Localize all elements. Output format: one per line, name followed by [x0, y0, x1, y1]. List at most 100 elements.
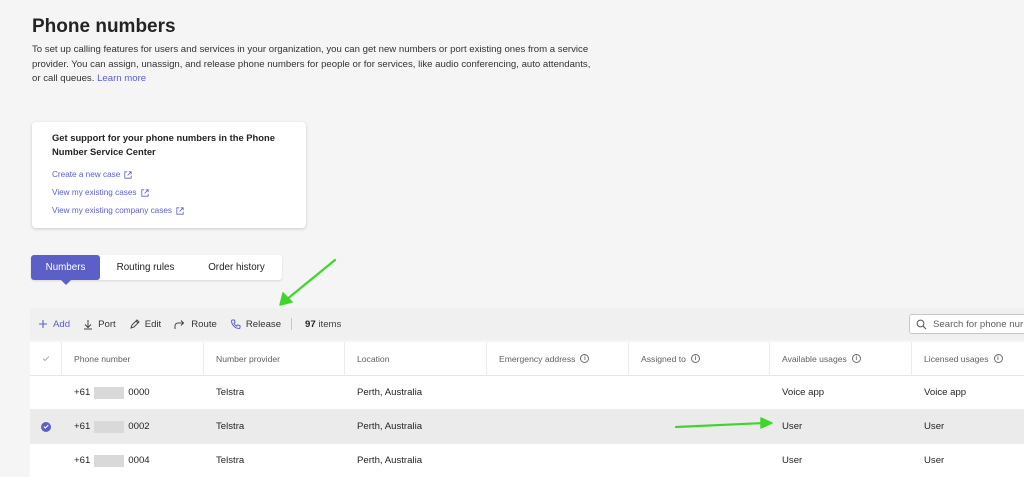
tab-bar: Numbers Routing rules Order history — [31, 255, 282, 285]
column-label: Number provider — [216, 353, 280, 364]
checked-circle-icon — [41, 421, 51, 432]
add-label: Add — [53, 318, 71, 330]
external-link-icon — [124, 170, 132, 179]
search-icon — [916, 319, 927, 329]
provider-cell: Telstra — [216, 455, 245, 466]
row-checkbox[interactable] — [30, 444, 62, 477]
table-header: Phone number Number provider Location Em… — [30, 341, 1024, 376]
info-icon[interactable]: i — [993, 354, 1003, 363]
phone-prefix: +61 — [74, 455, 91, 466]
route-label: Route — [191, 318, 217, 330]
port-button[interactable]: Port — [83, 319, 116, 330]
location-cell: Perth, Australia — [357, 387, 423, 398]
toolbar-divider — [291, 318, 293, 330]
release-button[interactable]: Release — [230, 319, 281, 330]
table-row[interactable]: +61 0002 Telstra Perth, Australia User Us… — [30, 410, 1024, 444]
assigned-to-cell — [629, 376, 770, 410]
route-icon — [174, 319, 185, 329]
phone-icon — [230, 319, 241, 329]
item-count: 97 items — [305, 319, 341, 330]
assigned-to-cell — [629, 444, 770, 477]
edit-label: Edit — [144, 318, 162, 330]
redacted-digits — [94, 420, 125, 433]
phone-number-cell: +61 0002 — [62, 410, 204, 444]
emergency-address-cell — [487, 444, 629, 477]
emergency-address-cell — [487, 410, 629, 444]
phone-prefix: +61 — [74, 421, 91, 432]
table-row[interactable]: +61 0004 Telstra Perth, Australia User Us… — [30, 444, 1024, 477]
phone-suffix: 0004 — [128, 455, 150, 466]
view-company-cases-label: View my existing company cases — [52, 206, 172, 215]
phone-number-cell: +61 0004 — [62, 444, 204, 477]
column-header-number-provider[interactable]: Number provider — [204, 341, 345, 376]
create-case-link[interactable]: Create a new case — [52, 170, 132, 179]
provider-cell: Telstra — [216, 421, 245, 432]
info-icon[interactable]: i — [690, 354, 700, 363]
column-label: Location — [357, 353, 390, 364]
info-icon[interactable]: i — [580, 354, 590, 363]
provider-cell: Telstra — [216, 387, 245, 398]
column-label: Phone number — [74, 353, 131, 364]
available-usages-cell: Voice app — [782, 387, 825, 398]
column-header-location[interactable]: Location — [345, 341, 487, 376]
column-header-available-usages[interactable]: Available usages i — [770, 341, 912, 376]
plus-icon — [39, 320, 47, 328]
licensed-usages-cell: User — [924, 421, 945, 432]
row-checkbox[interactable] — [30, 410, 62, 444]
column-header-licensed-usages[interactable]: Licensed usages i — [912, 342, 1024, 376]
redacted-digits — [94, 386, 125, 399]
arrow-to-release-button — [279, 258, 337, 306]
checkmark-icon — [42, 356, 49, 362]
redacted-digits — [94, 454, 125, 467]
column-header-emergency-address[interactable]: Emergency address i — [487, 341, 629, 376]
table-row[interactable]: +61 0000 Telstra Perth, Australia Voice a… — [30, 376, 1024, 410]
search-input[interactable]: Search for phone nur — [933, 319, 1023, 330]
row-checkbox[interactable] — [30, 376, 62, 410]
support-card: Get support for your phone numbers in th… — [32, 122, 306, 228]
page-description: To set up calling features for users and… — [32, 43, 592, 87]
support-card-title: Get support for your phone numbers in th… — [52, 132, 275, 157]
column-label: Available usages — [782, 353, 847, 364]
info-icon[interactable]: i — [851, 354, 861, 363]
column-label: Licensed usages — [924, 353, 989, 364]
edit-button[interactable]: Edit — [129, 318, 162, 330]
location-cell: Perth, Australia — [357, 421, 423, 432]
page-title: Phone numbers — [32, 16, 176, 37]
assigned-to-cell — [629, 410, 770, 444]
phone-prefix: +61 — [74, 387, 91, 398]
licensed-usages-cell: User — [924, 455, 945, 466]
create-case-label: Create a new case — [52, 170, 121, 179]
column-header-assigned-to[interactable]: Assigned to i — [629, 341, 770, 376]
tab-order-history[interactable]: Order history — [191, 255, 282, 280]
phone-numbers-table: Phone number Number provider Location Em… — [30, 341, 1024, 477]
location-cell: Perth, Australia — [357, 455, 423, 466]
view-existing-cases-link[interactable]: View my existing cases — [52, 188, 149, 197]
route-button[interactable]: Route — [174, 319, 217, 330]
add-button[interactable]: Add — [38, 319, 70, 330]
available-usages-cell: User — [782, 455, 803, 466]
search-box[interactable]: Search for phone nur — [909, 314, 1024, 334]
learn-more-link[interactable]: Learn more — [97, 73, 146, 84]
licensed-usages-cell: Voice app — [924, 387, 967, 398]
item-count-number: 97 — [305, 318, 316, 330]
phone-number-cell: +61 0000 — [62, 376, 204, 410]
select-all-checkbox[interactable] — [30, 341, 62, 376]
available-usages-cell: User — [782, 421, 803, 432]
toolbar: Add Port Edit Route Release 97 items — [30, 308, 1024, 340]
phone-suffix: 0002 — [128, 421, 150, 432]
column-label: Assigned to — [641, 353, 686, 364]
column-header-phone-number[interactable]: Phone number — [62, 341, 204, 376]
item-count-label: items — [318, 318, 342, 330]
download-arrow-icon — [84, 319, 93, 329]
tab-routing-rules[interactable]: Routing rules — [100, 255, 191, 280]
external-link-icon — [176, 206, 184, 215]
tab-numbers[interactable]: Numbers — [31, 255, 100, 285]
emergency-address-cell — [487, 376, 629, 410]
port-label: Port — [98, 318, 116, 330]
column-label: Emergency address — [499, 353, 576, 364]
phone-suffix: 0000 — [128, 387, 150, 398]
view-company-cases-link[interactable]: View my existing company cases — [52, 206, 184, 215]
external-link-icon — [140, 188, 149, 197]
view-existing-cases-label: View my existing cases — [52, 188, 137, 197]
pencil-icon — [129, 318, 140, 329]
